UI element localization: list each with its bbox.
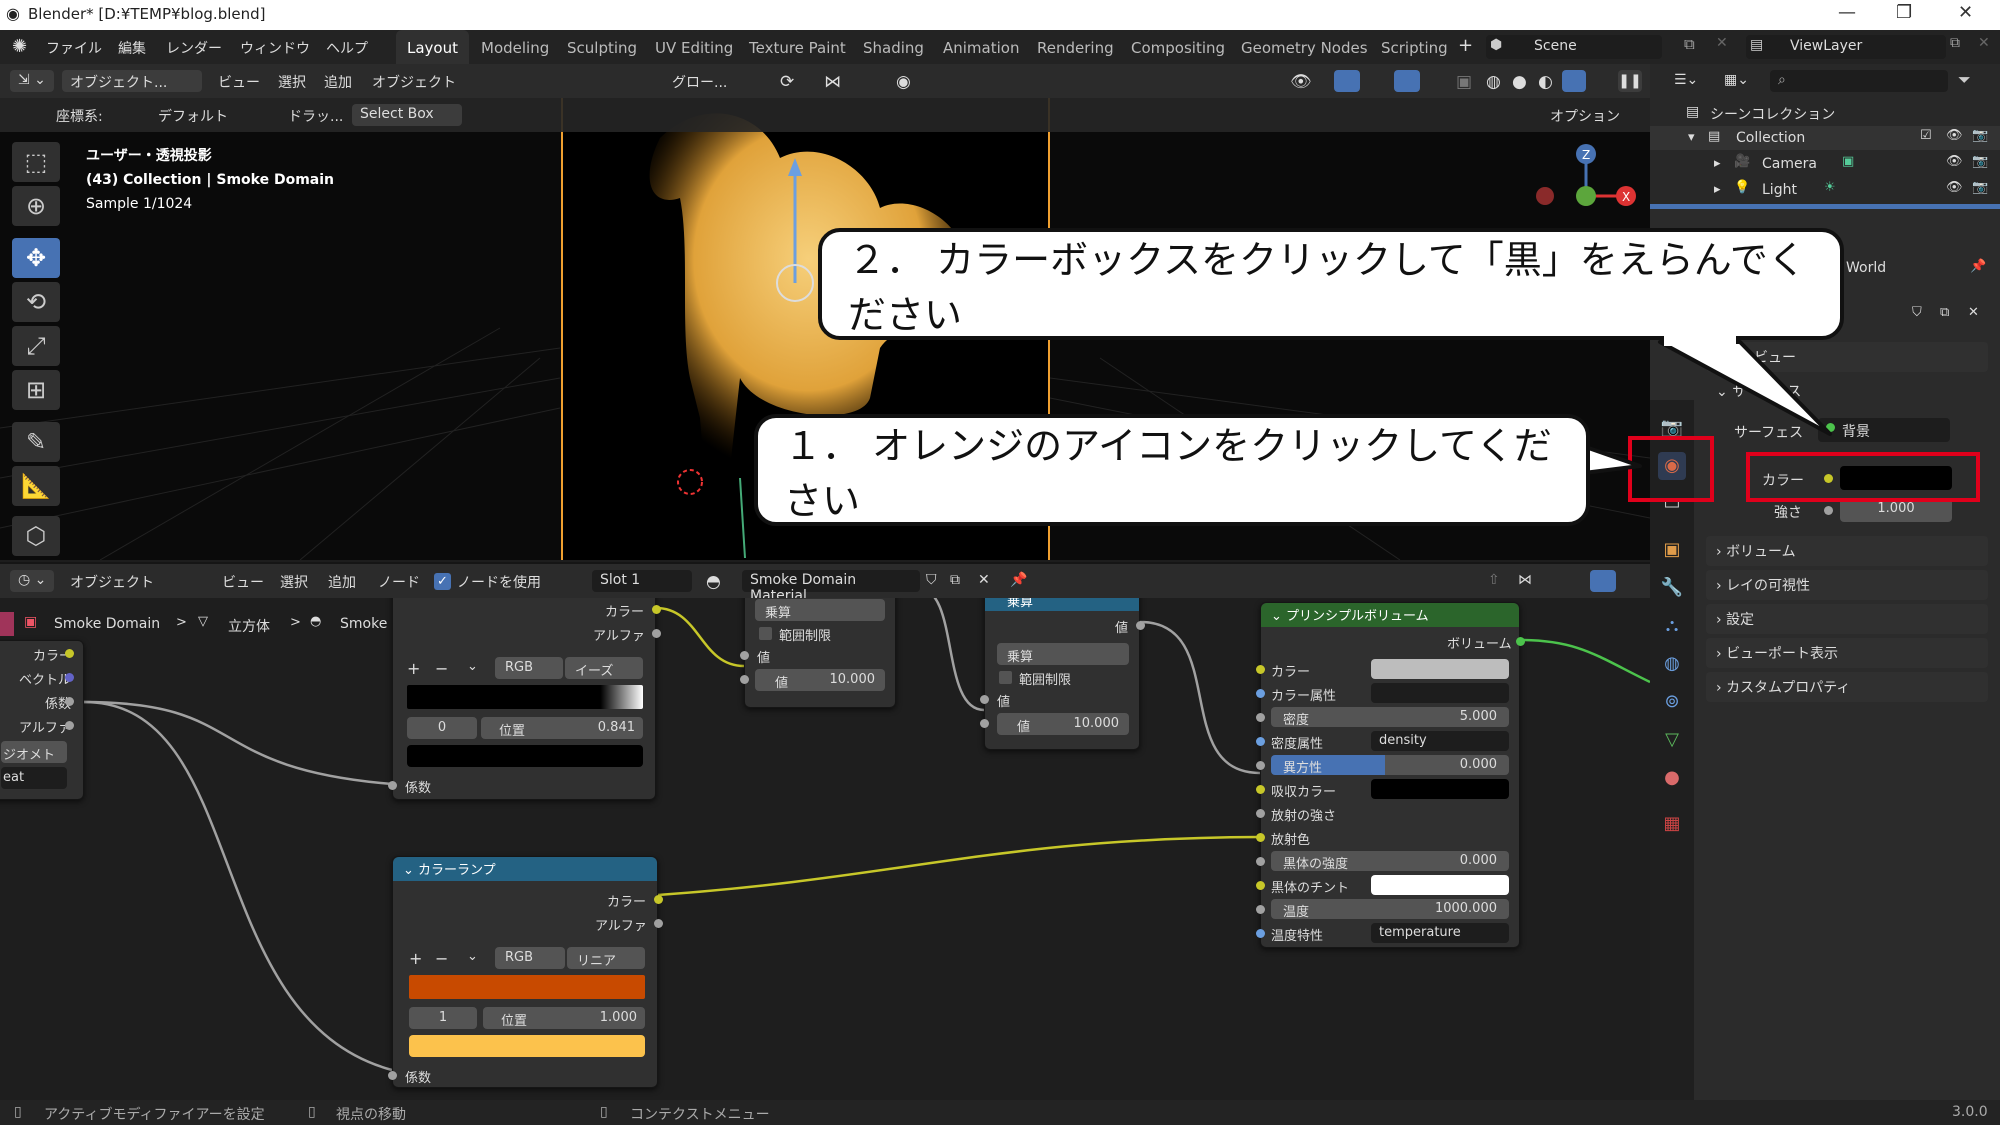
callout-step-2-text: ２． カラーボックスをクリックして「黒」をえらんでください [848,238,1806,337]
callout-step-1-text: １． オレンジのアイコンをクリックしてください [784,424,1552,523]
callout-step-1-join [1556,440,1576,474]
callout-tails [1558,340,1832,478]
callout-step-2-join [1664,336,1736,346]
callout-step-2: ２． カラーボックスをクリックして「黒」をえらんでください [818,228,1844,340]
callout-step-1: １． オレンジのアイコンをクリックしてください [754,414,1590,526]
